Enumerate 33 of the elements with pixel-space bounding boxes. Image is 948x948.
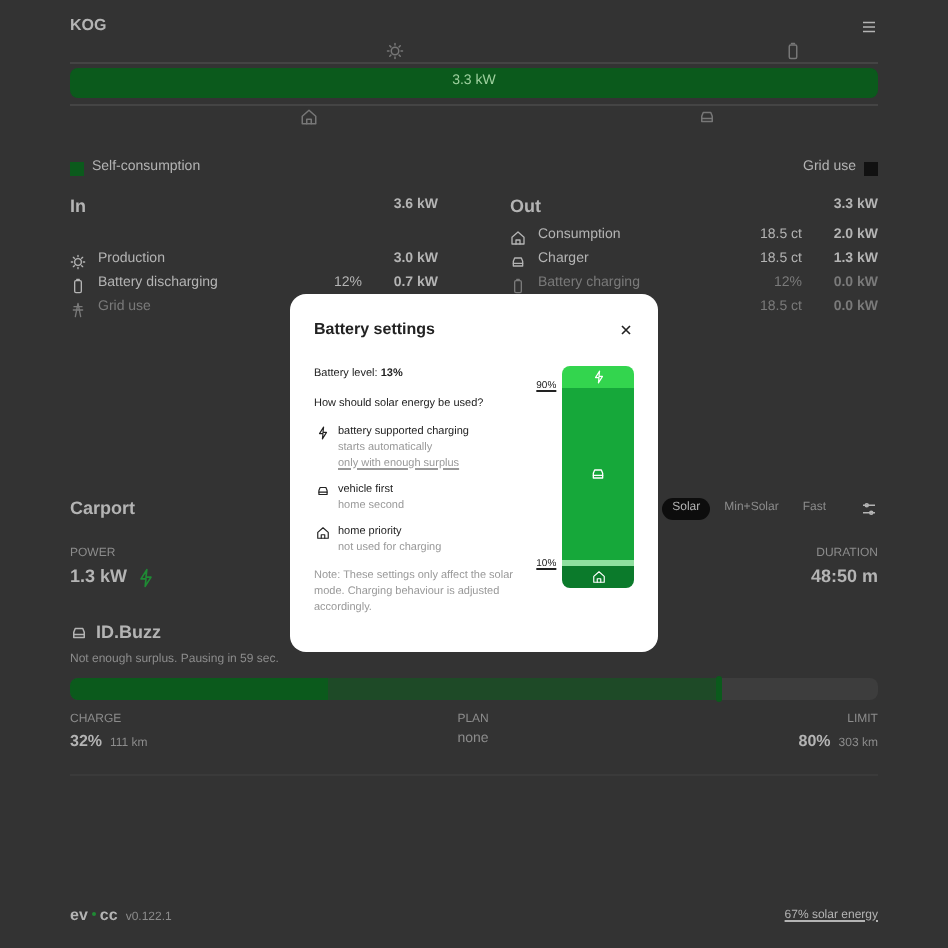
- bolt-icon: [135, 567, 156, 588]
- site-title: KOG: [70, 14, 107, 38]
- home-icon: [591, 569, 606, 584]
- car-icon: [316, 483, 330, 497]
- car-icon: [510, 253, 526, 269]
- home-icon: [510, 229, 526, 245]
- battery-icon: [70, 277, 86, 293]
- battery-icon: [784, 42, 802, 60]
- logo: ev cc: [70, 904, 118, 928]
- dialog-title: Battery settings: [314, 318, 435, 342]
- power-pole-icon: [70, 301, 86, 317]
- loadpoint-title: Carport: [70, 495, 136, 522]
- car-icon: [590, 465, 607, 482]
- stat-value: 48:50 m: [810, 564, 878, 590]
- bolt-icon: [591, 370, 606, 384]
- stat-value: 80%: [798, 730, 831, 754]
- vehicle-name: ID.Buzz: [96, 619, 161, 645]
- section-title: In: [70, 193, 86, 220]
- sun-icon: [70, 253, 86, 269]
- section-title: Out: [510, 193, 541, 220]
- settings-icon[interactable]: [860, 499, 878, 518]
- home-icon: [316, 525, 330, 539]
- car-icon: [698, 108, 716, 126]
- battery-icon: [510, 277, 526, 293]
- sun-icon: [386, 42, 404, 60]
- stat-value: 1.3 kW: [70, 564, 128, 590]
- car-icon: [70, 623, 88, 642]
- home-icon: [300, 108, 318, 126]
- battery-graphic[interactable]: [562, 366, 635, 588]
- close-icon[interactable]: [618, 322, 634, 338]
- stat-value: 32%: [70, 730, 103, 754]
- bolt-icon: [316, 425, 330, 439]
- menu-icon[interactable]: [860, 17, 878, 35]
